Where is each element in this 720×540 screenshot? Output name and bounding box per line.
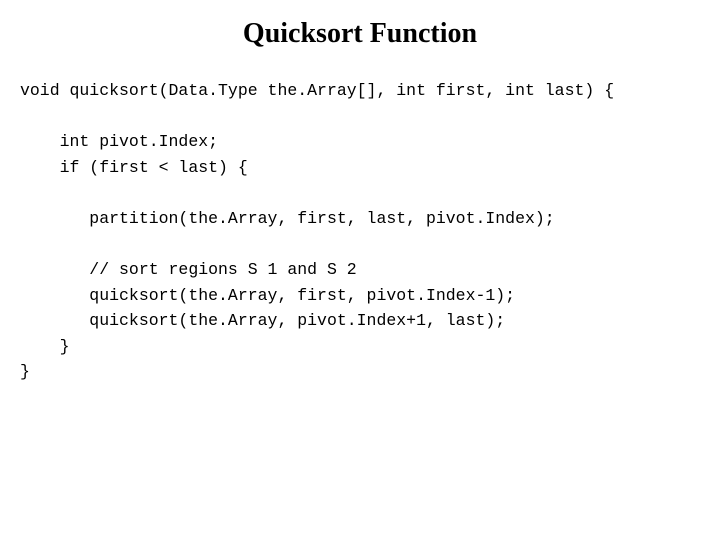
code-line: quicksort(the.Array, pivot.Index+1, last… [20, 311, 505, 330]
code-line: void quicksort(Data.Type the.Array[], in… [20, 81, 614, 100]
code-line: int pivot.Index; [20, 132, 218, 151]
slide: Quicksort Function void quicksort(Data.T… [0, 0, 720, 540]
code-line: // sort regions S 1 and S 2 [20, 260, 357, 279]
code-block: void quicksort(Data.Type the.Array[], in… [20, 78, 700, 385]
code-line: quicksort(the.Array, first, pivot.Index-… [20, 286, 515, 305]
code-line: } [20, 337, 70, 356]
code-line: if (first < last) { [20, 158, 248, 177]
code-line: } [20, 362, 30, 381]
code-line: partition(the.Array, first, last, pivot.… [20, 209, 555, 228]
slide-title: Quicksort Function [20, 18, 700, 50]
